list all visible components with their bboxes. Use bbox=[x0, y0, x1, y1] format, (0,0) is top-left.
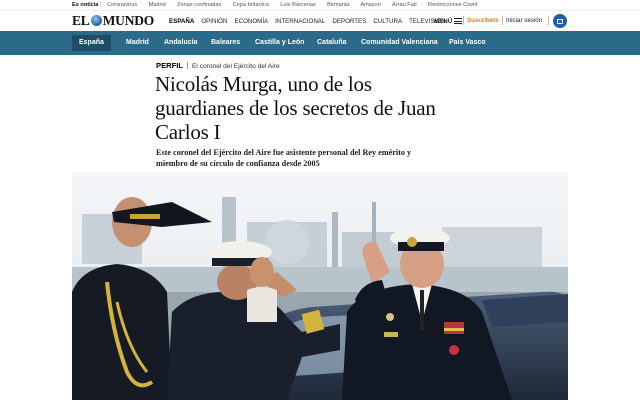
article-photo bbox=[72, 172, 568, 400]
section-tab-castilla[interactable]: Castilla y León bbox=[255, 31, 304, 55]
section-tab-madrid[interactable]: Madrid bbox=[126, 31, 149, 55]
site-logo[interactable]: EL MUNDO bbox=[72, 12, 154, 30]
kicker-subtitle: El coronel del Ejército del Aire bbox=[192, 63, 280, 70]
trending-item-restricciones[interactable]: Restricciones Covid bbox=[428, 2, 477, 8]
trending-item-zonas[interactable]: Zonas confinadas bbox=[177, 2, 221, 8]
login-link[interactable]: Iniciar sesión bbox=[506, 11, 542, 31]
hamburger-icon bbox=[454, 18, 463, 24]
menu-label: MENÚ bbox=[434, 17, 453, 25]
section-tab-baleares[interactable]: Baleares bbox=[211, 31, 240, 55]
divider bbox=[548, 16, 549, 25]
trending-bar: Es noticia | Coronavirus · Madrid · Zonas … bbox=[0, 0, 640, 11]
kicker-label: PERFIL bbox=[156, 61, 184, 70]
divider bbox=[502, 16, 503, 25]
nav-opinion[interactable]: OPINIÓN bbox=[201, 18, 227, 25]
section-tab-valenciana[interactable]: Comunidad Valenciana bbox=[361, 31, 438, 55]
trending-item-madrid[interactable]: Madrid bbox=[149, 2, 166, 8]
nav-economia[interactable]: ECONOMÍA bbox=[234, 18, 268, 25]
trending-item-barcenas[interactable]: Luis Bárcenas bbox=[280, 2, 315, 8]
section-tab-andalucia[interactable]: Andalucía bbox=[164, 31, 197, 55]
trending-item-cepa[interactable]: Cepa británica bbox=[233, 2, 269, 8]
divider bbox=[463, 16, 464, 25]
article-kicker: PERFIL El coronel del Ejército del Aire bbox=[156, 61, 280, 70]
nav-espana[interactable]: ESPAÑA bbox=[169, 18, 194, 25]
article-standfirst: Este coronel del Ejército del Aire fue a… bbox=[156, 148, 412, 168]
nav-internacional[interactable]: INTERNACIONAL bbox=[275, 18, 325, 25]
logo-mundo: MUNDO bbox=[102, 13, 155, 28]
menu-button[interactable]: MENÚ bbox=[434, 11, 463, 31]
main-nav: ESPAÑA OPINIÓN ECONOMÍA INTERNACIONAL DE… bbox=[169, 11, 453, 31]
subscribe-link[interactable]: Suscríbete bbox=[467, 11, 499, 31]
trending-item-fati[interactable]: Arrau Fati bbox=[392, 2, 417, 8]
section-nav: España Madrid Andalucía Baleares Castill… bbox=[0, 31, 640, 55]
section-tab-cataluna[interactable]: Cataluña bbox=[317, 31, 347, 55]
trending-item-coronavirus[interactable]: Coronavirus bbox=[107, 2, 137, 8]
section-tab-pais-vasco[interactable]: País Vasco bbox=[449, 31, 486, 55]
masthead: EL MUNDO ESPAÑA OPINIÓN ECONOMÍA INTERNAC… bbox=[0, 11, 640, 31]
orbyt-reader-icon[interactable] bbox=[553, 14, 567, 28]
trending-item-birmania[interactable]: Birmania bbox=[327, 2, 349, 8]
globe-icon bbox=[90, 15, 102, 26]
nav-deportes[interactable]: DEPORTES bbox=[332, 18, 366, 25]
logo-el: EL bbox=[72, 13, 90, 28]
trending-label: Es noticia bbox=[72, 2, 99, 8]
nav-cultura[interactable]: CULTURA bbox=[373, 18, 402, 25]
trending-item-amazon[interactable]: Amazon bbox=[360, 2, 381, 8]
section-tab-espana[interactable]: España bbox=[72, 35, 111, 51]
article-headline: Nicolás Murga, uno de los guardianes de … bbox=[155, 72, 436, 144]
